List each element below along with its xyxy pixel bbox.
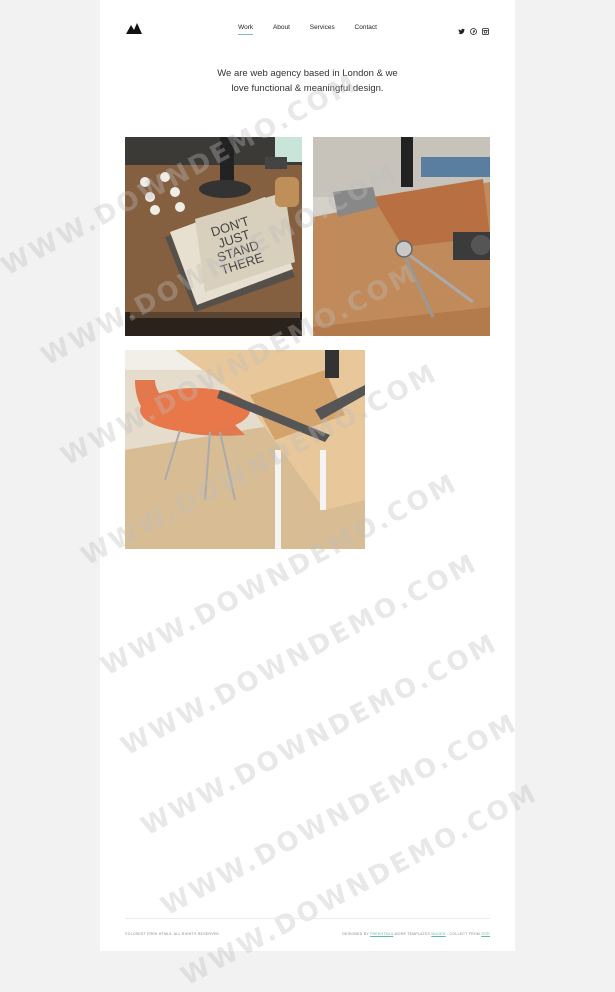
footer-link-mugen[interactable]: MUGEN: [431, 932, 445, 936]
footer-credits-mid: MORE TEMPLATES: [393, 932, 431, 936]
pinterest-icon[interactable]: [470, 22, 477, 35]
footer-link-freehtml5[interactable]: FREEHTML5: [370, 932, 393, 936]
nav-item-contact[interactable]: Contact: [355, 24, 377, 34]
footer-credits-mid2: - COLLECT FROM: [445, 932, 480, 936]
footer-copyright: ©CLOSEST FREE HTML5. ALL RIGHTS RESERVED: [125, 932, 220, 936]
intro-line-1: We are web agency based in London & we: [217, 68, 398, 79]
page-container: Work About Services Contact We are web a…: [0, 0, 543, 992]
footer-link-site[interactable]: SITE: [481, 932, 490, 936]
footer-divider: [125, 918, 490, 919]
footer-credits-prefix: DESIGNED BY: [342, 932, 369, 936]
main-nav: Work About Services Contact: [100, 24, 515, 35]
footer-credits: DESIGNED BY FREEHTML5 MORE TEMPLATES MUG…: [342, 932, 490, 936]
nav-item-work[interactable]: Work: [238, 24, 254, 35]
twitter-icon[interactable]: [458, 22, 465, 35]
instagram-icon[interactable]: [482, 22, 489, 35]
nav-item-services[interactable]: Services: [310, 24, 335, 34]
social-links: [458, 22, 489, 35]
nav-item-about[interactable]: About: [273, 24, 290, 34]
